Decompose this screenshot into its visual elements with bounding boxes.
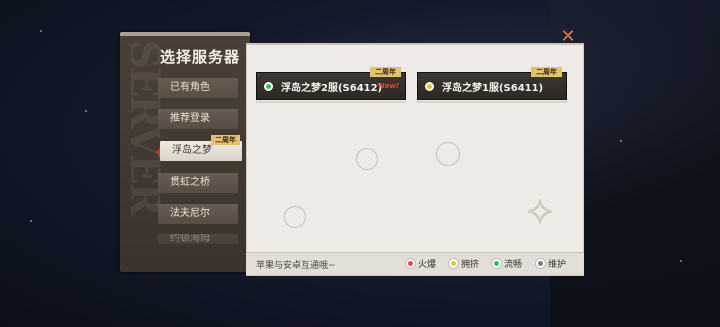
status-smooth-icon — [492, 259, 501, 268]
nav-item-label: 推荐登录 — [170, 113, 210, 124]
status-hot-icon — [406, 259, 415, 268]
decor-ring — [436, 142, 460, 166]
background-star — [85, 110, 87, 112]
nav-item-existing-characters[interactable]: 已有角色 — [158, 78, 238, 98]
anniversary-tag: 二周年 — [211, 135, 240, 145]
close-button[interactable]: ✕ — [558, 28, 578, 48]
legend-label: 维护 — [548, 260, 567, 270]
card-underline — [256, 101, 406, 103]
nav-item-label: 已有角色 — [170, 82, 210, 93]
nav-item-jotunheim[interactable]: 约顿海姆 — [158, 234, 238, 244]
anniversary-tag: 二周年 — [370, 67, 401, 77]
server-card-s6412[interactable]: 浮岛之梦2服(S6412) 二周年 New! — [256, 67, 406, 100]
nav-item-label: 浮岛之梦 — [172, 145, 212, 156]
nav-item-recommended[interactable]: 推荐登录 — [158, 109, 238, 129]
legend-smooth: 流畅 — [492, 257, 522, 270]
close-icon: ✕ — [560, 26, 576, 47]
server-name: 浮岛之梦2服(S6412) — [281, 83, 383, 94]
page-title: 选择服务器 — [160, 48, 241, 66]
crossplay-note: 苹果与安卓互通哦~ — [256, 261, 336, 271]
nav-item-label: 贯虹之桥 — [170, 177, 210, 188]
nav-item-rainbow-bridge[interactable]: 贯虹之桥 — [158, 173, 238, 193]
legend-label: 流畅 — [504, 260, 523, 270]
legend-hot: 火爆 — [406, 257, 436, 270]
anniversary-tag: 二周年 — [531, 67, 562, 77]
legend-crowded: 拥挤 — [449, 257, 479, 270]
background-star — [40, 30, 42, 32]
status-dot-icon — [264, 82, 273, 91]
card-underline — [417, 101, 567, 103]
status-dot-icon — [425, 82, 434, 91]
panel-top-rule — [246, 43, 584, 45]
legend-label: 火爆 — [418, 260, 437, 270]
background-star — [680, 260, 682, 262]
background-star — [30, 220, 32, 222]
server-name: 浮岛之梦1服(S6411) — [442, 83, 544, 94]
legend-maintenance: 维护 — [536, 257, 566, 270]
nav-item-label: 约顿海姆 — [170, 234, 210, 244]
decor-ring — [284, 206, 306, 228]
legend-label: 拥挤 — [461, 260, 480, 270]
server-card-s6411[interactable]: 浮岛之梦1服(S6411) 二周年 — [417, 67, 567, 100]
status-crowded-icon — [449, 259, 458, 268]
nav-item-fafnir[interactable]: 法夫尼尔 — [158, 204, 238, 224]
nav-item-floating-island[interactable]: 浮岛之梦 二周年 — [156, 135, 242, 161]
nav-item-label: 法夫尼尔 — [170, 208, 210, 219]
status-maintenance-icon — [536, 259, 545, 268]
panel-top-stripe — [120, 32, 250, 36]
background-star — [620, 140, 622, 142]
new-badge: New! — [378, 82, 399, 90]
dragon-emblem-icon: ⟡ — [526, 187, 554, 233]
decor-ring — [356, 148, 378, 170]
